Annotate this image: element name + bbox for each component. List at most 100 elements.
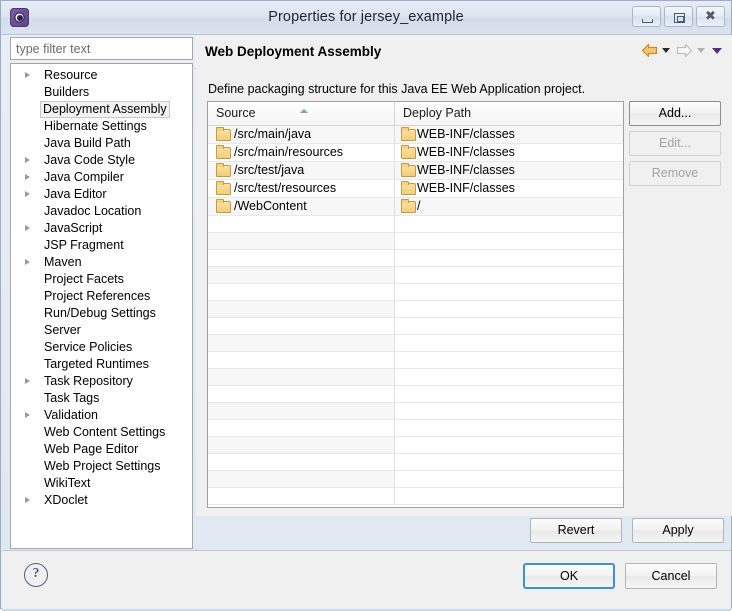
empty-cell-source [208, 471, 394, 488]
sidebar-item-builders[interactable]: Builders [11, 84, 192, 101]
cell-deploy-path-label: WEB-INF/classes [417, 145, 515, 159]
sidebar-item-task-tags[interactable]: Task Tags [11, 390, 192, 407]
expand-arrow-icon[interactable] [25, 157, 30, 163]
cell-deploy-path-label: WEB-INF/classes [417, 181, 515, 195]
assembly-table[interactable]: Source Deploy Path /src/main/java WEB-INF… [207, 101, 624, 508]
window-controls: ✖ [632, 6, 725, 27]
close-button[interactable]: ✖ [696, 6, 725, 27]
sidebar-item-label: Deployment Assembly [40, 101, 170, 118]
table-row[interactable]: /src/main/resources WEB-INF/classes [208, 144, 623, 162]
expand-arrow-icon[interactable] [25, 191, 30, 197]
sidebar-item-label: Javadoc Location [44, 204, 142, 218]
cell-deploy-path-label: WEB-INF/classes [417, 127, 515, 141]
sidebar-item-deployment-assembly[interactable]: Deployment Assembly [11, 101, 192, 118]
sidebar-item-label: XDoclet [44, 493, 88, 507]
cell-deploy-path: WEB-INF/classes [394, 144, 623, 161]
sidebar-item-label: Validation [44, 408, 98, 422]
table-row[interactable]: /WebContent / [208, 198, 623, 216]
table-header: Source Deploy Path [208, 102, 623, 126]
sidebar-item-maven[interactable]: Maven [11, 254, 192, 271]
sidebar-item-wikitext[interactable]: WikiText [11, 475, 192, 492]
cancel-button[interactable]: Cancel [625, 563, 717, 589]
help-icon[interactable]: ? [24, 563, 48, 587]
sidebar-item-javadoc-location[interactable]: Javadoc Location [11, 203, 192, 220]
sidebar-item-project-facets[interactable]: Project Facets [11, 271, 192, 288]
cell-source: /src/main/resources [208, 144, 394, 161]
expand-arrow-icon[interactable] [25, 174, 30, 180]
sidebar-item-web-content-settings[interactable]: Web Content Settings [11, 424, 192, 441]
settings-tree[interactable]: Resource Builders Deployment Assembly Hiber… [10, 63, 193, 549]
empty-cell-deploy-path [394, 318, 623, 335]
sidebar-item-java-code-style[interactable]: Java Code Style [11, 152, 192, 169]
sidebar-item-label: Java Compiler [44, 170, 124, 184]
forward-dropdown-icon [697, 48, 705, 53]
column-header-source[interactable]: Source [208, 102, 394, 125]
sidebar-item-task-repository[interactable]: Task Repository [11, 373, 192, 390]
sidebar-item-jsp-fragment[interactable]: JSP Fragment [11, 237, 192, 254]
table-row-empty [208, 318, 623, 335]
folder-icon [401, 127, 416, 141]
filter-input[interactable] [10, 37, 193, 60]
expand-arrow-icon[interactable] [25, 225, 30, 231]
sidebar-item-label: WikiText [44, 476, 91, 490]
cell-deploy-path: / [394, 198, 623, 215]
folder-icon [401, 163, 416, 177]
sidebar-item-label: Builders [44, 85, 90, 99]
column-header-deploy-path[interactable]: Deploy Path [394, 102, 623, 125]
table-body: /src/main/java WEB-INF/classes/src/main/r… [208, 126, 623, 505]
table-row[interactable]: /src/main/java WEB-INF/classes [208, 126, 623, 144]
sidebar-item-java-editor[interactable]: Java Editor [11, 186, 192, 203]
folder-icon [216, 181, 231, 195]
maximize-button[interactable] [664, 6, 693, 27]
table-row[interactable]: /src/test/resources WEB-INF/classes [208, 180, 623, 198]
expand-arrow-icon[interactable] [25, 72, 30, 78]
back-arrow-icon[interactable] [641, 43, 658, 58]
sidebar-item-label: Web Page Editor [44, 442, 139, 456]
panel-body: Define packaging structure for this Java… [196, 68, 732, 543]
maximize-icon [674, 13, 685, 23]
cell-deploy-path: WEB-INF/classes [394, 126, 623, 143]
sidebar-item-resource[interactable]: Resource [11, 67, 192, 84]
empty-cell-deploy-path [394, 403, 623, 420]
empty-cell-source [208, 233, 394, 250]
sidebar-item-run-debug-settings[interactable]: Run/Debug Settings [11, 305, 192, 322]
apply-button[interactable]: Apply [632, 518, 724, 543]
revert-button[interactable]: Revert [530, 518, 622, 543]
empty-cell-source [208, 216, 394, 233]
sidebar-item-server[interactable]: Server [11, 322, 192, 339]
expand-arrow-icon[interactable] [25, 412, 30, 418]
sidebar-item-validation[interactable]: Validation [11, 407, 192, 424]
expand-arrow-icon[interactable] [25, 259, 30, 265]
sidebar-item-javascript[interactable]: JavaScript [11, 220, 192, 237]
sidebar-item-label: Server [44, 323, 81, 337]
sidebar-item-targeted-runtimes[interactable]: Targeted Runtimes [11, 356, 192, 373]
add-button[interactable]: Add... [629, 101, 721, 126]
sidebar-item-web-page-editor[interactable]: Web Page Editor [11, 441, 192, 458]
sidebar-item-project-references[interactable]: Project References [11, 288, 192, 305]
sidebar-item-java-build-path[interactable]: Java Build Path [11, 135, 192, 152]
folder-icon [216, 199, 231, 213]
ok-button[interactable]: OK [523, 563, 615, 589]
sidebar-item-java-compiler[interactable]: Java Compiler [11, 169, 192, 186]
table-row-empty [208, 420, 623, 437]
window-title: Properties for jersey_example [268, 9, 464, 25]
empty-cell-source [208, 369, 394, 386]
panel-nav [641, 43, 725, 58]
empty-cell-deploy-path [394, 437, 623, 454]
sidebar-item-hibernate-settings[interactable]: Hibernate Settings [11, 118, 192, 135]
expand-arrow-icon[interactable] [25, 378, 30, 384]
sidebar-item-service-policies[interactable]: Service Policies [11, 339, 192, 356]
sidebar-item-label: Task Repository [44, 374, 133, 388]
expand-arrow-icon[interactable] [25, 497, 30, 503]
empty-cell-source [208, 335, 394, 352]
back-dropdown-icon[interactable] [662, 48, 670, 53]
sidebar-item-web-project-settings[interactable]: Web Project Settings [11, 458, 192, 475]
remove-button: Remove [629, 161, 721, 186]
table-row[interactable]: /src/test/java WEB-INF/classes [208, 162, 623, 180]
folder-icon [216, 163, 231, 177]
minimize-button[interactable] [632, 6, 661, 27]
cell-source-label: /src/test/java [234, 163, 305, 177]
empty-cell-source [208, 488, 394, 505]
view-menu-icon[interactable] [712, 47, 722, 54]
sidebar-item-xdoclet[interactable]: XDoclet [11, 492, 192, 509]
